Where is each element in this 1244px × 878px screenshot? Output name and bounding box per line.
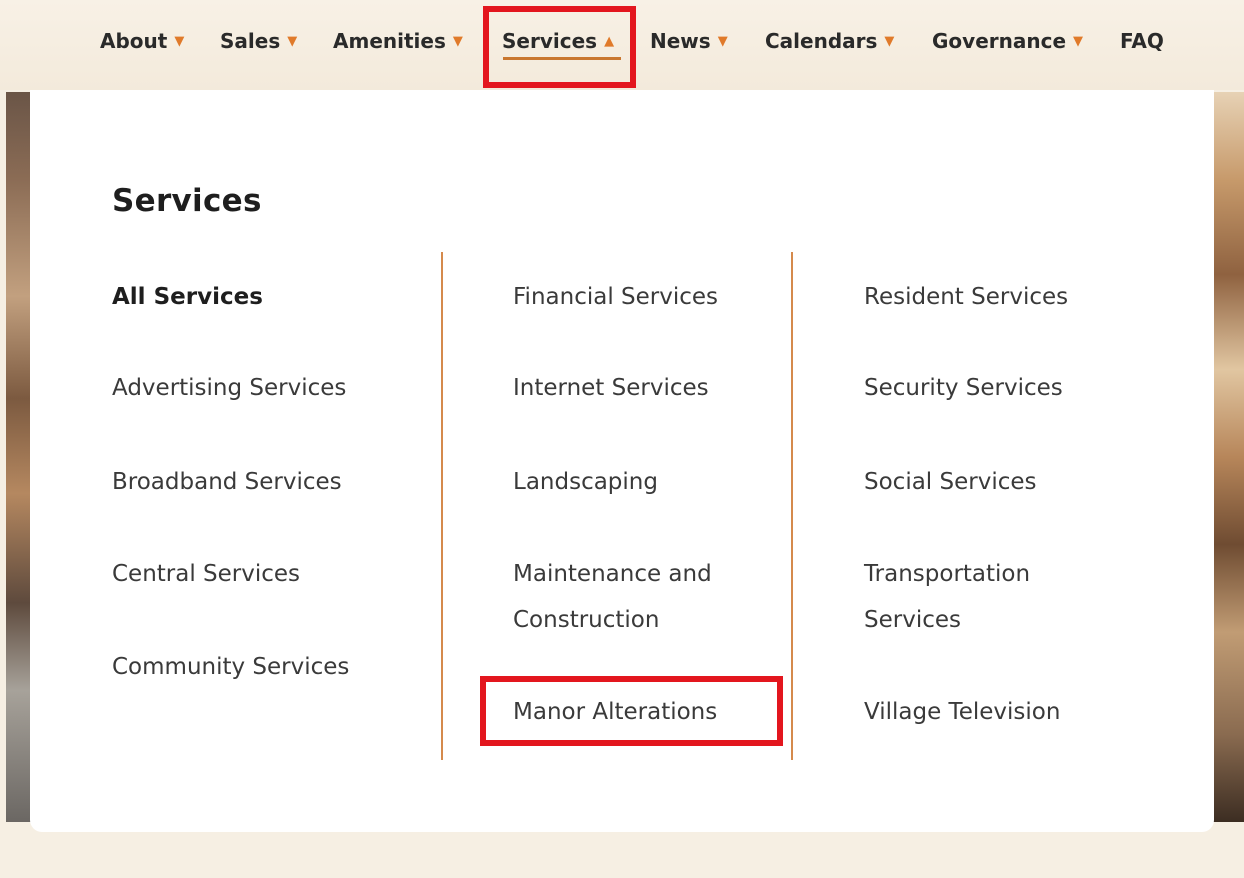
nav-amenities[interactable]: Amenities ▼: [333, 26, 463, 56]
link-security-services[interactable]: Security Services: [864, 365, 1063, 411]
link-transportation-services[interactable]: Transportation Services: [864, 551, 1074, 643]
nav-about-label: About: [100, 29, 168, 53]
chevron-up-icon: ▲: [604, 33, 615, 49]
nav-news-label: News: [650, 29, 711, 53]
link-social-services[interactable]: Social Services: [864, 459, 1037, 505]
nav-sales-label: Sales: [220, 29, 281, 53]
chevron-down-icon: ▼: [452, 33, 463, 49]
nav-sales[interactable]: Sales ▼: [220, 26, 297, 56]
chevron-down-icon: ▼: [287, 33, 298, 49]
link-advertising-services[interactable]: Advertising Services: [112, 365, 346, 411]
link-manor-alterations[interactable]: Manor Alterations: [513, 689, 717, 735]
nav-calendars[interactable]: Calendars ▼: [765, 26, 894, 56]
background-photo-right: [1212, 92, 1244, 822]
nav-governance-label: Governance: [932, 29, 1067, 53]
nav-services[interactable]: Services ▲: [502, 26, 614, 56]
nav-about[interactable]: About ▼: [100, 26, 184, 56]
nav-news[interactable]: News ▼: [650, 26, 728, 56]
column-divider: [441, 252, 443, 760]
top-navigation: About ▼ Sales ▼ Amenities ▼ Services ▲ N…: [0, 0, 1244, 90]
link-maintenance-and-construction[interactable]: Maintenance and Construction: [513, 551, 753, 643]
link-internet-services[interactable]: Internet Services: [513, 365, 709, 411]
nav-services-label: Services: [502, 29, 598, 53]
nav-governance[interactable]: Governance ▼: [932, 26, 1083, 56]
chevron-down-icon: ▼: [174, 33, 185, 49]
chevron-down-icon: ▼: [884, 33, 895, 49]
background-photo-left: [6, 92, 32, 822]
chevron-down-icon: ▼: [1073, 33, 1084, 49]
link-central-services[interactable]: Central Services: [112, 551, 300, 597]
link-financial-services[interactable]: Financial Services: [513, 274, 718, 320]
chevron-down-icon: ▼: [717, 33, 728, 49]
nav-faq-label: FAQ: [1120, 29, 1164, 53]
nav-amenities-label: Amenities: [333, 29, 446, 53]
link-village-television[interactable]: Village Television: [864, 689, 1060, 735]
link-landscaping[interactable]: Landscaping: [513, 459, 658, 505]
link-community-services[interactable]: Community Services: [112, 644, 349, 690]
link-resident-services[interactable]: Resident Services: [864, 274, 1068, 320]
column-divider: [791, 252, 793, 760]
nav-faq[interactable]: FAQ: [1120, 26, 1164, 56]
link-all-services[interactable]: All Services: [112, 274, 263, 320]
dropdown-title: Services: [112, 183, 262, 219]
nav-calendars-label: Calendars: [765, 29, 878, 53]
active-nav-underline: [503, 57, 621, 60]
link-broadband-services[interactable]: Broadband Services: [112, 459, 342, 505]
